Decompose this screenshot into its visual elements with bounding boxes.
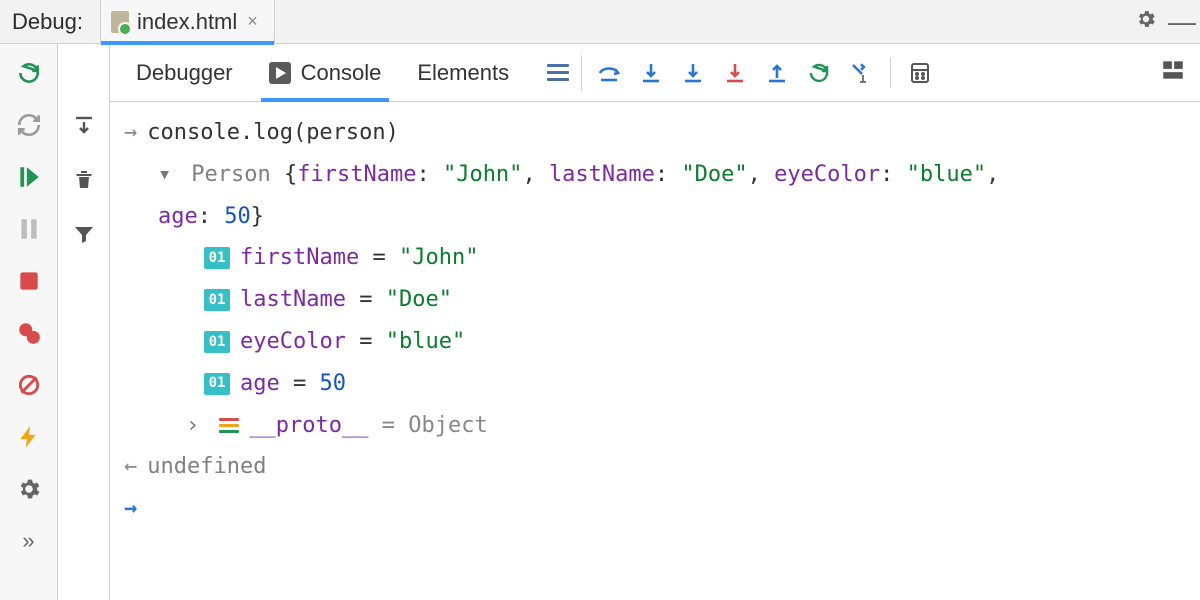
field-badge-icon: 01 [204,331,230,353]
trash-icon[interactable] [70,166,98,194]
caret-right-icon[interactable]: › [186,405,202,447]
tab-elements-label: Elements [417,60,509,86]
proto-list-icon [219,418,239,433]
console-output: → console.log(person) ▾ Person {firstNam… [110,102,1200,600]
pause-button[interactable] [14,214,44,244]
debug-settings-button[interactable] [14,474,44,504]
console-prompt-row[interactable]: → [124,488,1186,530]
output-arrow-icon: ← [124,446,137,488]
proto-row[interactable]: › __proto__ = Object [124,405,1186,447]
console-run-icon [269,62,291,84]
layout-toggle-icon[interactable] [1160,57,1186,89]
field-badge-icon: 01 [204,247,230,269]
field-badge-icon: 01 [204,373,230,395]
debug-tool-label: Debug: [0,9,100,35]
resume-button[interactable] [14,162,44,192]
object-field-row[interactable]: 01lastName = "Doe" [124,279,1186,321]
tab-console-label: Console [301,60,382,86]
rerun-button[interactable] [14,58,44,88]
caret-down-icon[interactable]: ▾ [158,154,174,196]
step-over-icon[interactable] [592,56,626,90]
minimize-icon[interactable]: — [1164,6,1200,38]
file-tab-label: index.html [137,9,237,35]
debug-actions-sidebar: » [0,44,58,600]
field-badge-icon: 01 [204,289,230,311]
tab-elements[interactable]: Elements [399,44,527,102]
step-into-blue-icon[interactable] [676,56,710,90]
console-return-row: ← undefined [124,446,1186,488]
calculator-icon[interactable] [903,56,937,90]
inspector-tab-toolbar: Debugger Console Elements [110,44,1200,102]
object-field-row[interactable]: 01firstName = "John" [124,237,1186,279]
force-step-into-icon[interactable] [718,56,752,90]
step-into-icon[interactable] [634,56,668,90]
lightning-button[interactable] [14,422,44,452]
console-input-row: → console.log(person) [124,112,1186,154]
tab-debugger[interactable]: Debugger [118,44,251,102]
run-to-cursor-icon[interactable] [844,56,878,90]
update-button[interactable] [14,110,44,140]
console-sidebar [58,44,110,600]
tab-console[interactable]: Console [251,44,400,102]
breakpoints-button[interactable] [14,318,44,348]
expand-down-icon[interactable] [70,112,98,140]
step-out-icon[interactable] [760,56,794,90]
console-command: console.log(person) [147,112,399,154]
return-value: undefined [147,446,266,488]
object-field-row[interactable]: 01age = 50 [124,363,1186,405]
menu-icon[interactable] [541,56,575,90]
stop-button[interactable] [14,266,44,296]
proto-key: __proto__ [249,413,368,438]
run-to-line-icon[interactable] [802,56,836,90]
input-arrow-icon: → [124,112,137,154]
object-class-name: Person [191,162,270,187]
tab-debugger-label: Debugger [136,60,233,86]
prompt-arrow-icon: → [124,488,137,530]
filter-icon[interactable] [70,220,98,248]
close-tab-icon[interactable]: × [247,11,258,32]
object-field-row[interactable]: 01eyeColor = "blue" [124,321,1186,363]
settings-gear-icon[interactable] [1128,8,1164,36]
file-tab-index-html[interactable]: index.html × [100,0,275,44]
proto-value: Object [408,413,487,438]
html-file-icon [111,11,129,33]
mute-breakpoints-button[interactable] [14,370,44,400]
titlebar: Debug: index.html × — [0,0,1200,44]
object-summary-row[interactable]: ▾ Person {firstName: "John", lastName: "… [124,154,1186,238]
more-button[interactable]: » [14,526,44,556]
